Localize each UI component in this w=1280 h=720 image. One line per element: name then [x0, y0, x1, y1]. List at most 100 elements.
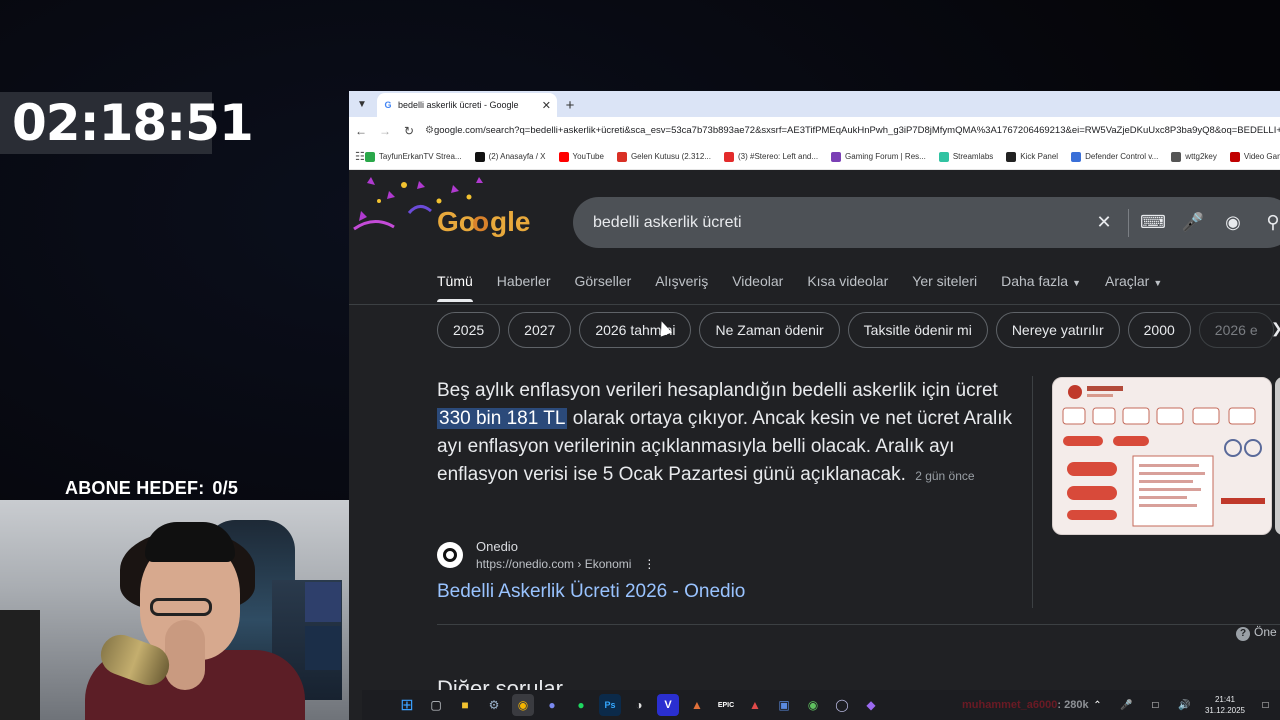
app-icon[interactable]: ◯	[831, 694, 853, 716]
result-title-link[interactable]: Bedelli Askerlik Ücreti 2026 - Onedio	[437, 581, 745, 603]
more-options-icon[interactable]: ⋮	[643, 557, 655, 571]
bookmark-favicon-icon	[831, 151, 842, 162]
vegas-icon[interactable]: V	[657, 694, 679, 716]
apps-grid-icon[interactable]: ☷	[355, 150, 365, 163]
system-tray: ⌃ 🎤 □ 🔊 21:41 31.12.2025 □	[1083, 690, 1280, 720]
bookmark-label: Gaming Forum | Res...	[845, 152, 926, 161]
bookmark-label: wttg2key	[1185, 152, 1217, 161]
network-icon[interactable]: □	[1144, 694, 1166, 716]
forward-icon[interactable]: →	[373, 124, 397, 138]
spotify-icon[interactable]: ●	[570, 694, 592, 716]
bookmark-item[interactable]: YouTube	[558, 151, 604, 162]
back-icon[interactable]: ←	[349, 124, 373, 138]
tab-tools-label: Araçlar	[1104, 273, 1150, 289]
chip[interactable]: 2027	[508, 312, 572, 348]
chip[interactable]: 2026 e	[1198, 312, 1274, 348]
bookmark-label: YouTube	[572, 152, 604, 161]
reload-icon[interactable]: ↻	[397, 124, 421, 138]
tab-short-videos[interactable]: Kısa videolar	[807, 273, 888, 302]
source-url-text: https://onedio.com › Ekonomi	[476, 557, 632, 571]
bookmark-favicon-icon	[938, 151, 949, 162]
bookmark-item[interactable]: Video Game	[1229, 151, 1280, 162]
chip[interactable]: Nereye yatırılır	[995, 312, 1120, 348]
app-icon[interactable]: ▲	[686, 694, 708, 716]
subscriber-goal: ABONE HEDEF: 0/5	[65, 478, 238, 499]
chip[interactable]: 2026 tahmini	[579, 312, 692, 348]
tab-shopping[interactable]: Alışveriş	[655, 273, 708, 302]
chip[interactable]: 2025	[437, 312, 501, 348]
chip[interactable]: Taksitle ödenir mi	[847, 312, 988, 348]
chip[interactable]: Ne Zaman ödenir	[699, 312, 840, 348]
photoshop-icon[interactable]: Ps	[599, 694, 621, 716]
new-tab-button[interactable]: +	[557, 93, 583, 117]
steam-icon[interactable]: ⚙	[483, 694, 505, 716]
close-tab-icon[interactable]: ✕	[542, 99, 551, 112]
result-source[interactable]: Onedio https://onedio.com › Ekonomi ⋮	[437, 539, 655, 571]
chevron-right-icon[interactable]: ❯	[1271, 320, 1280, 337]
stream-timer: 02:18:51	[0, 92, 254, 154]
twitch-icon[interactable]: ◆	[860, 694, 882, 716]
clear-search-icon[interactable]: ✕	[1084, 212, 1124, 233]
volume-icon[interactable]: 🔊	[1173, 694, 1195, 716]
caret-down-icon: ▼	[1153, 278, 1163, 288]
url-field[interactable]: ⚙ google.com/search?q=bedelli+askerlik+ü…	[425, 120, 1280, 142]
remote-desktop-icon[interactable]: ▣	[773, 694, 795, 716]
address-bar-row: ← → ↻ ⚙ google.com/search?q=bedelli+aske…	[349, 117, 1280, 144]
tab-videos[interactable]: Videolar	[732, 273, 783, 302]
search-query[interactable]: bedelli askerlik ücreti	[593, 214, 1084, 232]
bookmark-label: (2) Anasayfa / X	[488, 152, 546, 161]
bookmark-item[interactable]: Streamlabs	[938, 151, 993, 162]
windows-taskbar: ⊞ ▢ ■ ⚙ ◉ ● ● Ps ◑ V ▲ EPIC ▲ ▣ ◉ ◯ ◆ mu…	[362, 690, 1280, 720]
bookmark-item[interactable]: Gaming Forum | Res...	[831, 151, 926, 162]
tab-news[interactable]: Haberler	[497, 273, 551, 302]
google-doodle[interactable]: Go o gle	[349, 171, 534, 243]
bookmark-label: Kick Panel	[1020, 152, 1059, 161]
ticker-user: muhammet_a6000	[962, 699, 1058, 711]
microphone-icon[interactable]: 🎤	[1173, 212, 1213, 233]
subscriber-goal-label: ABONE HEDEF:	[65, 478, 205, 498]
bookmark-item[interactable]: (3) #Stereo: Left and...	[724, 151, 819, 162]
tab-more[interactable]: Daha fazla ▼	[1001, 273, 1081, 302]
discord-icon[interactable]: ●	[541, 694, 563, 716]
windows-start-icon[interactable]: ⊞	[396, 694, 418, 716]
svg-text:gle: gle	[490, 206, 530, 237]
chrome-icon[interactable]: ◉	[512, 694, 534, 716]
microphone-tray-icon[interactable]: 🎤	[1115, 694, 1137, 716]
svg-text:o: o	[472, 206, 489, 237]
bookmark-item[interactable]: (2) Anasayfa / X	[474, 151, 546, 162]
search-box[interactable]: bedelli askerlik ücreti ✕ ⌨ 🎤 ◉ ⚲	[573, 197, 1280, 248]
feedback-link[interactable]: ? Öne	[1236, 625, 1277, 641]
obs-icon[interactable]: ◑	[628, 694, 650, 716]
bookmark-item[interactable]: TayfunErkanTV Strea...	[364, 151, 462, 162]
task-view-icon[interactable]: ▢	[425, 694, 447, 716]
file-explorer-icon[interactable]: ■	[454, 694, 476, 716]
site-info-icon[interactable]: ⚙	[425, 125, 434, 136]
bookmark-item[interactable]: Gelen Kutusu (2.312...	[616, 151, 711, 162]
tab-places[interactable]: Yer siteleri	[912, 273, 977, 302]
tab-all[interactable]: Tümü	[437, 273, 473, 302]
svg-text:Go: Go	[437, 206, 476, 237]
xbox-icon[interactable]: ◉	[802, 694, 824, 716]
tab-tools[interactable]: Araçlar ▼	[1105, 273, 1162, 302]
bookmark-label: (3) #Stereo: Left and...	[738, 152, 819, 161]
bookmark-favicon-icon	[1229, 151, 1240, 162]
chevron-up-icon[interactable]: ⌃	[1086, 694, 1108, 716]
tab-google-search[interactable]: G bedelli askerlik ücreti - Google ✕	[377, 93, 557, 117]
snippet-thumbnail[interactable]	[1052, 377, 1272, 535]
bookmark-item[interactable]: wttg2key	[1171, 151, 1217, 162]
snippet-thumbnail-next[interactable]	[1275, 377, 1280, 535]
bookmark-item[interactable]: Kick Panel	[1006, 151, 1059, 162]
search-icon[interactable]: ⚲	[1253, 212, 1280, 233]
notification-icon[interactable]: □	[1255, 694, 1277, 716]
refinement-chips: 2025 2027 2026 tahmini Ne Zaman ödenir T…	[437, 312, 1280, 348]
tab-search-icon[interactable]: ▼	[349, 91, 375, 117]
epic-games-icon[interactable]: EPIC	[715, 694, 737, 716]
clock[interactable]: 21:41 31.12.2025	[1205, 694, 1245, 716]
browser-window: ▼ G bedelli askerlik ücreti - Google ✕ +…	[349, 91, 1280, 720]
camera-search-icon[interactable]: ◉	[1213, 212, 1253, 233]
app-icon[interactable]: ▲	[744, 694, 766, 716]
chip[interactable]: 2000	[1127, 312, 1191, 348]
bookmark-item[interactable]: Defender Control v...	[1071, 151, 1158, 162]
tab-images[interactable]: Görseller	[575, 273, 632, 302]
keyboard-icon[interactable]: ⌨	[1133, 212, 1173, 233]
